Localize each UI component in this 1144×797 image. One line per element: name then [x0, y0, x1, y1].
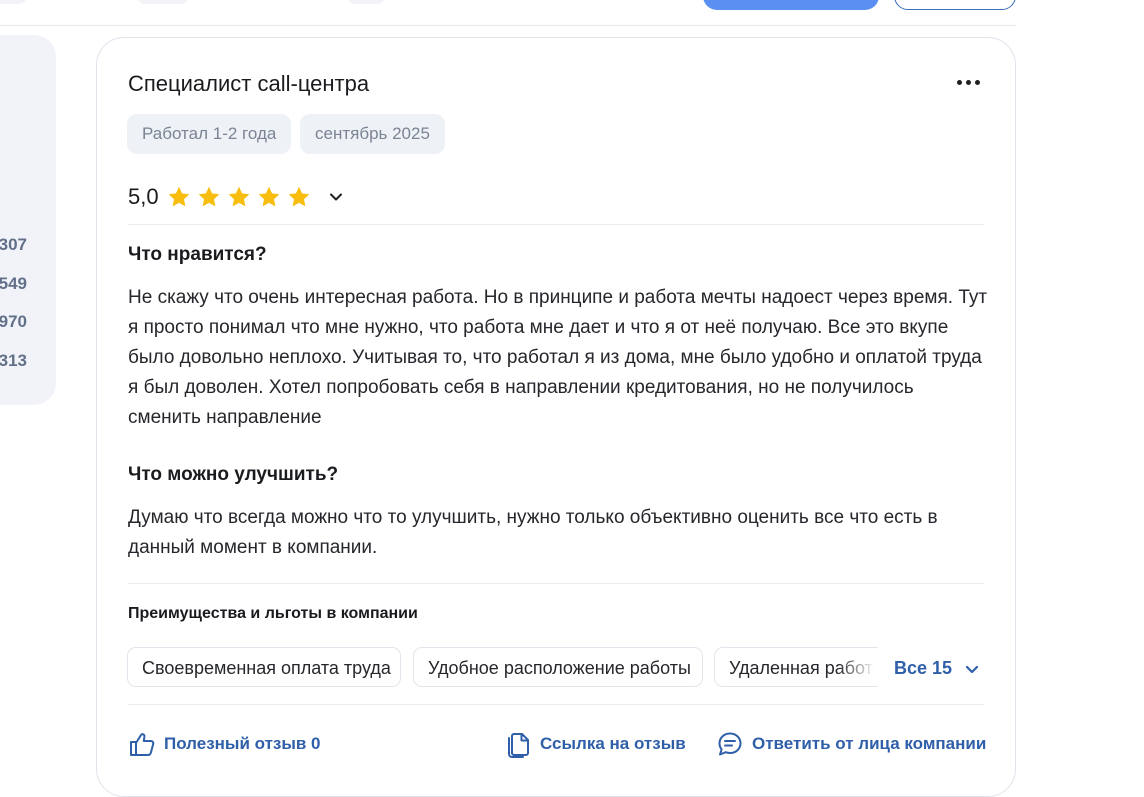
- header-primary-button[interactable]: [703, 0, 879, 10]
- chevron-down-icon: [965, 665, 979, 673]
- more-options-icon[interactable]: [954, 70, 982, 94]
- benefit-chip[interactable]: Своевременная оплата труда: [127, 647, 401, 687]
- rating-value: 5,0: [128, 184, 159, 209]
- divider: [128, 704, 984, 705]
- thumbs-up-icon: [130, 733, 155, 756]
- copy-review-link-label: Ссылка на отзыв: [540, 734, 686, 753]
- sidebar-stat-value: 313: [0, 351, 27, 370]
- sidebar-stats-card: [0, 35, 56, 405]
- header-divider: [0, 25, 1016, 26]
- reply-as-company-label: Ответить от лица компании: [752, 734, 987, 753]
- sidebar-stat-value: 549: [0, 274, 27, 293]
- show-all-benefits-button[interactable]: Все 15: [894, 658, 980, 679]
- star-icon: [198, 186, 219, 207]
- likes-heading: Что нравится?: [128, 244, 267, 265]
- divider: [128, 224, 984, 225]
- review-tag-date: сентябрь 2025: [300, 114, 445, 154]
- star-icon: [228, 186, 249, 207]
- review-rating: 5,0: [128, 182, 345, 212]
- chevron-down-icon[interactable]: [327, 188, 345, 206]
- divider: [128, 583, 984, 584]
- review-tag-experience: Работал 1-2 года: [127, 114, 292, 154]
- star-icon: [168, 186, 189, 207]
- copy-link-icon: [508, 733, 529, 758]
- improve-text: Думаю что всегда можно что то улучшить, …: [128, 507, 938, 558]
- benefits-heading: Преимущества и льготы в компании: [128, 605, 418, 622]
- sidebar-stat-value: 307: [0, 235, 27, 254]
- reply-as-company-button[interactable]: Ответить от лица компании: [716, 730, 986, 758]
- helpful-review-label: Полезный отзыв 0: [164, 734, 321, 753]
- helpful-review-button[interactable]: Полезный отзыв 0: [128, 730, 321, 758]
- chip-fade-overlay: [838, 648, 884, 686]
- star-icon: [258, 186, 279, 207]
- benefit-chip[interactable]: Удобное расположение работы: [413, 647, 703, 687]
- sidebar-stat-value: 970: [0, 312, 27, 331]
- show-all-benefits-label: Все 15: [894, 658, 953, 678]
- likes-text: Не скажу что очень интересная работа. Но…: [128, 287, 988, 428]
- header-nav-item[interactable]: [0, 0, 28, 4]
- copy-review-link-button[interactable]: Ссылка на отзыв: [506, 730, 686, 758]
- improve-heading: Что можно улучшить?: [128, 464, 339, 485]
- chat-bubble-icon: [718, 732, 742, 756]
- header-nav-item[interactable]: [346, 0, 386, 4]
- header-nav-item[interactable]: [136, 0, 190, 4]
- star-icon: [288, 186, 309, 207]
- header-secondary-button[interactable]: [894, 0, 1016, 10]
- review-position-title: Специалист call-центра: [128, 71, 370, 96]
